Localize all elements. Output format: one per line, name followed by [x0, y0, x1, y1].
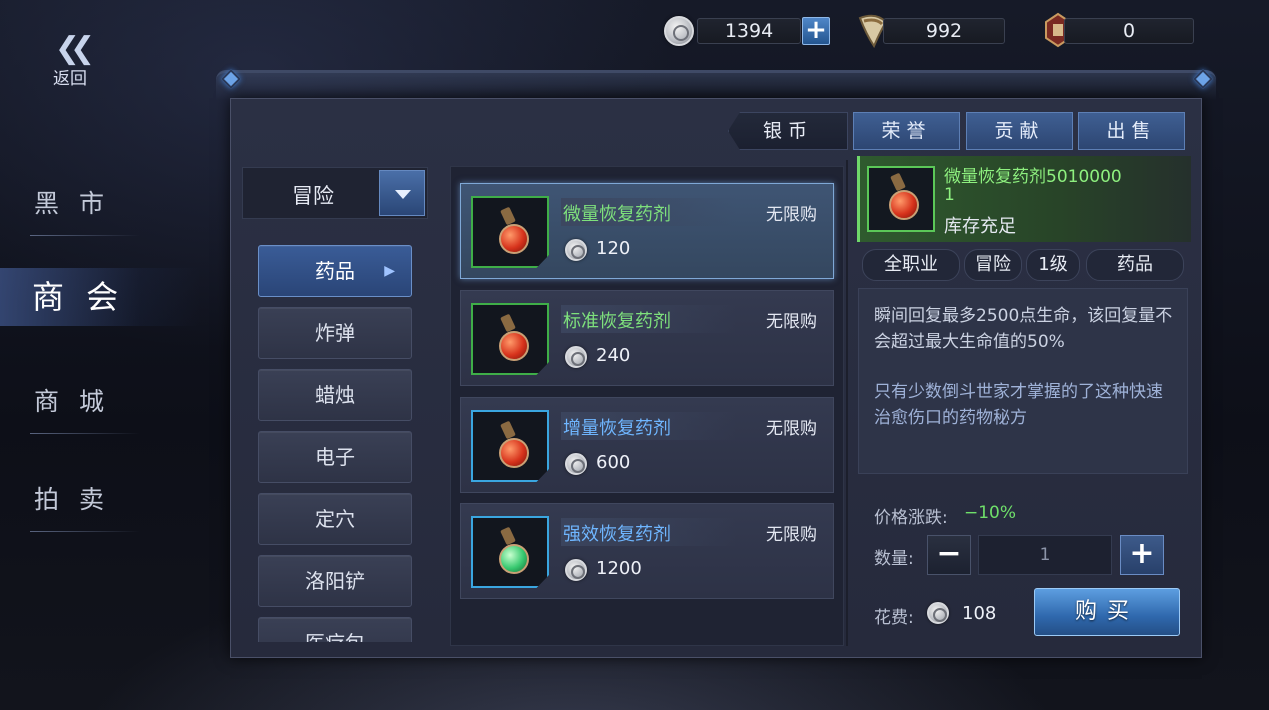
list-item[interactable]: 增量恢复药剂 无限购 600	[460, 397, 834, 493]
cost-value: 108	[962, 603, 997, 624]
tag-category: 药品	[1086, 249, 1184, 281]
tab-honor[interactable]: 荣誉	[853, 112, 960, 150]
item-effect-description: 瞬间回复最多2500点生命，该回复量不会超过最大生命值的50%	[874, 306, 1173, 352]
silver-coin-icon	[565, 239, 587, 261]
buy-button[interactable]: 购买	[1034, 588, 1180, 636]
category-bomb[interactable]: 炸弹	[258, 307, 412, 359]
item-icon-frame	[471, 410, 549, 482]
category-locate-point[interactable]: 定穴	[258, 493, 412, 545]
potion-icon	[491, 420, 533, 472]
price-change-label: 价格涨跌:	[874, 508, 948, 528]
category-luoyang-shovel[interactable]: 洛阳铲	[258, 555, 412, 607]
silver-coin-icon	[927, 602, 949, 624]
tag-level: 1级	[1026, 249, 1080, 281]
panel-frame-ornament	[216, 70, 1216, 100]
silver-coin-icon	[565, 559, 587, 581]
tab-silver[interactable]: 银币	[728, 112, 848, 150]
nav-mall-label: 商 城	[34, 387, 110, 416]
item-name: 强效恢复药剂	[563, 524, 671, 545]
item-icon-frame	[471, 303, 549, 375]
list-item[interactable]: 强效恢复药剂 无限购 1200	[460, 503, 834, 599]
detail-stock-status: 库存充足	[944, 216, 1016, 237]
contribution-balance: 0	[1064, 18, 1194, 44]
back-label: 返回	[53, 69, 87, 89]
detail-item-name: 微量恢复药剂50100001	[944, 167, 1122, 205]
nav-auction[interactable]: 拍 卖	[0, 480, 200, 532]
chevron-down-icon[interactable]	[379, 170, 425, 216]
potion-icon	[881, 172, 923, 224]
honor-balance: 992	[883, 18, 1005, 44]
cost-label: 花费:	[874, 608, 914, 628]
add-silver-button[interactable]: +	[802, 17, 830, 45]
item-lore-description: 只有少数倒斗世家才掌握的了这种快速治愈伤口的药物秘方	[874, 382, 1163, 428]
nav-divider	[30, 433, 140, 434]
silver-coin-icon	[565, 346, 587, 368]
nav-divider	[30, 235, 140, 236]
quantity-input[interactable]: 1	[978, 535, 1112, 575]
category-medkit[interactable]: 医疗包	[258, 617, 412, 642]
silver-coin-icon	[664, 16, 694, 46]
quantity-increase-button[interactable]: +	[1120, 535, 1164, 575]
potion-icon	[491, 313, 533, 365]
category-clip: 医疗包	[250, 612, 430, 642]
quantity-decrease-button[interactable]: −	[927, 535, 971, 575]
category-medicine[interactable]: 药品 ▶	[258, 245, 412, 297]
silver-balance: 1394	[697, 18, 801, 44]
item-name: 增量恢复药剂	[563, 418, 671, 439]
silver-coin-icon	[565, 453, 587, 475]
item-price: 1200	[596, 558, 642, 579]
item-price: 240	[596, 345, 631, 366]
item-price: 600	[596, 452, 631, 473]
category-candle[interactable]: 蜡烛	[258, 369, 412, 421]
item-name: 标准恢复药剂	[563, 311, 671, 332]
category-electronics[interactable]: 电子	[258, 431, 412, 483]
nav-divider	[30, 531, 140, 532]
nav-mall[interactable]: 商 城	[0, 382, 200, 434]
nav-chamber-label: 商 会	[32, 278, 125, 316]
category-dropdown[interactable]: 冒险	[242, 167, 428, 219]
list-item[interactable]: 标准恢复药剂 无限购 240	[460, 290, 834, 386]
double-chevron-left-icon: ❮❮	[54, 31, 95, 66]
item-limit: 无限购	[766, 205, 817, 225]
list-item[interactable]: 微量恢复药剂 无限购 120	[460, 183, 834, 279]
category-dropdown-value: 冒险	[292, 184, 334, 208]
price-change-value: −10%	[964, 503, 1017, 523]
quantity-label: 数量:	[874, 549, 914, 569]
tag-type: 冒险	[964, 249, 1022, 281]
item-name: 微量恢复药剂	[563, 204, 671, 225]
chevron-right-icon: ▶	[384, 263, 395, 279]
back-button[interactable]: ❮❮ 返回	[40, 31, 100, 90]
item-icon-frame	[471, 196, 549, 268]
detail-item-icon	[867, 166, 935, 232]
tab-contribution[interactable]: 贡献	[966, 112, 1073, 150]
item-limit: 无限购	[766, 419, 817, 439]
category-medicine-label: 药品	[315, 259, 355, 283]
potion-icon	[491, 526, 533, 578]
item-price: 120	[596, 238, 631, 259]
panel-divider	[846, 160, 848, 646]
nav-chamber-of-commerce[interactable]: 商 会	[0, 268, 200, 326]
item-limit: 无限购	[766, 525, 817, 545]
nav-black-market-label: 黑 市	[34, 189, 110, 218]
item-limit: 无限购	[766, 312, 817, 332]
item-icon-frame	[471, 516, 549, 588]
nav-black-market[interactable]: 黑 市	[0, 184, 200, 236]
tab-sell[interactable]: 出售	[1078, 112, 1185, 150]
potion-icon	[491, 206, 533, 258]
nav-auction-label: 拍 卖	[34, 485, 110, 514]
tag-class: 全职业	[862, 249, 960, 281]
